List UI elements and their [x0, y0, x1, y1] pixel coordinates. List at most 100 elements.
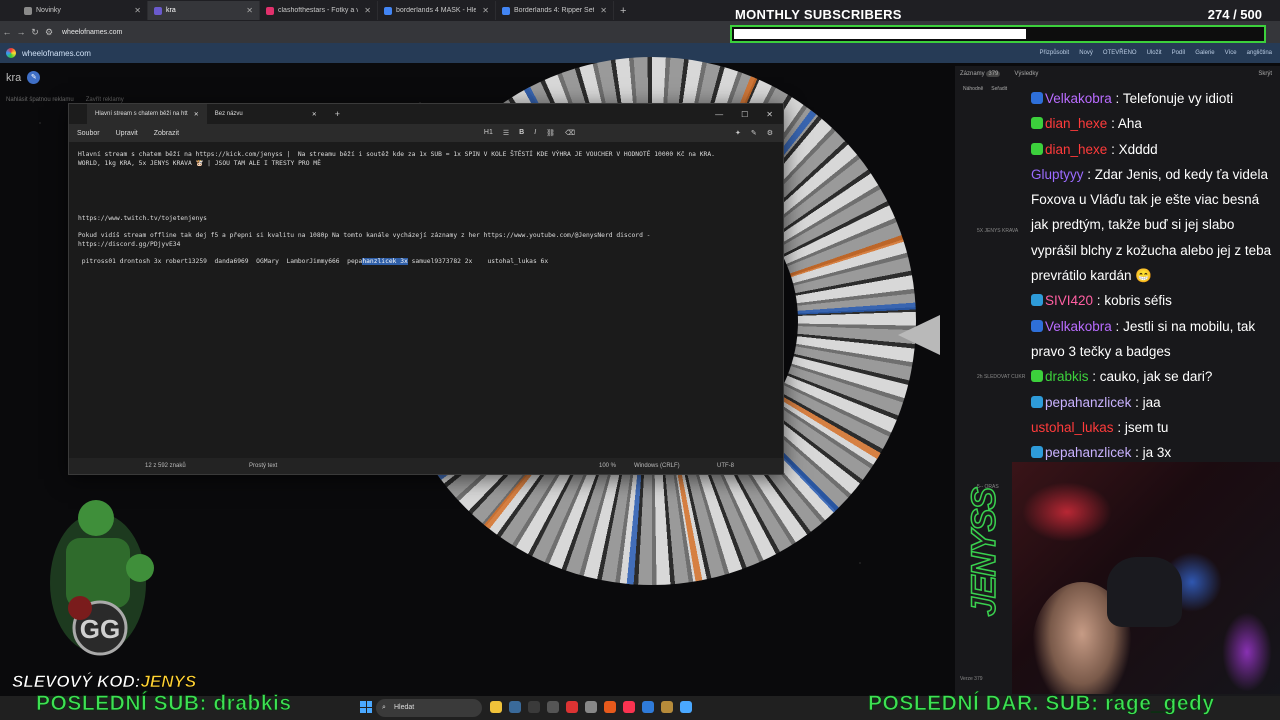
subscriber-goal: MONTHLY SUBSCRIBERS 274 / 500 — [730, 3, 1270, 45]
app-icon[interactable] — [642, 701, 654, 713]
chat-message: drabkis : cauko, jak se dari? — [1031, 364, 1277, 389]
version-label: Verze 379 — [960, 676, 983, 682]
status-encoding[interactable]: UTF-8 — [717, 463, 734, 469]
list-icon[interactable]: ☰ — [503, 129, 509, 137]
chat-username: dian_hexe — [1045, 141, 1108, 157]
tab-label: Borderlands 4: Ripper Set - Xbo — [514, 7, 594, 14]
close-tab-icon[interactable]: ✕ — [312, 111, 317, 118]
chat-badge-icon — [1031, 446, 1043, 459]
report-ad-link[interactable]: Nahlásit špatnou reklamu — [6, 97, 74, 103]
file-explorer-icon[interactable] — [490, 701, 502, 713]
app-icon[interactable] — [585, 701, 597, 713]
entry-item: 5X JENYS KRAVA — [977, 228, 1019, 234]
close-tab-icon[interactable]: ✕ — [600, 6, 607, 15]
close-window-icon[interactable]: ✕ — [766, 110, 773, 119]
menu-open[interactable]: OTEVŘENO — [1103, 50, 1137, 56]
bold-icon[interactable]: B — [519, 129, 524, 137]
notepad-tab-untitled[interactable]: Bez názvu ✕ — [207, 104, 325, 124]
minimize-icon[interactable]: — — [715, 110, 723, 119]
notepad-text-area[interactable]: Hlavní stream s chatem běží na https://k… — [69, 142, 783, 460]
close-tab-icon[interactable]: ✕ — [364, 6, 371, 15]
format-toolbar: H1 ☰ B I ⛓ ⌫ ✦ ✎ ⚙ — [484, 129, 783, 137]
close-tab-icon[interactable]: ✕ — [134, 6, 141, 15]
promo-code: SLEVOVÝ KOD:JENYS — [12, 672, 197, 692]
menu-view[interactable]: Zobrazit — [154, 130, 179, 137]
browser-tab-novinky[interactable]: Novinky ✕ — [18, 1, 148, 20]
new-tab-icon[interactable]: + — [325, 109, 350, 119]
names-line: pitross01 drontosh 3x robert13259 danda6… — [78, 257, 774, 266]
opera-icon[interactable] — [566, 701, 578, 713]
menu-edit[interactable]: Upravit — [116, 130, 138, 137]
app-icon[interactable] — [661, 701, 673, 713]
menu-language[interactable]: angličtina — [1247, 50, 1272, 56]
text-line: https://www.twitch.tv/tojetenjenys — [78, 215, 207, 222]
italic-icon[interactable]: I — [534, 129, 536, 137]
clear-format-icon[interactable]: ⌫ — [565, 129, 575, 137]
paint-icon[interactable]: ✎ — [751, 129, 757, 137]
new-tab-button[interactable]: + — [614, 5, 632, 17]
chat-badge-icon — [1031, 142, 1043, 155]
notepad-tab-main[interactable]: Hlavní stream s chatem běží na htt ✕ — [87, 104, 207, 124]
taskbar-search[interactable]: ⌕ Hledat — [376, 699, 482, 717]
app-icon[interactable] — [604, 701, 616, 713]
maximize-icon[interactable]: ☐ — [741, 110, 748, 119]
menu-new[interactable]: Nový — [1079, 50, 1093, 56]
heading-dropdown[interactable]: H1 — [484, 129, 493, 137]
status-line-ending[interactable]: Windows (CRLF) — [634, 463, 680, 469]
chat-text: Telefonuje vy idioti — [1122, 91, 1234, 106]
wheel-logo-icon — [6, 48, 16, 58]
site-info-icon[interactable]: ⚙ — [42, 27, 56, 38]
browser-tab-kra[interactable]: kra ✕ — [148, 1, 260, 20]
chat-text: Aha — [1117, 116, 1142, 132]
browser-tab-borderlands-mask[interactable]: borderlands 4 MASK - Hledat G ✕ — [378, 1, 496, 20]
close-tab-icon[interactable]: ✕ — [246, 6, 253, 15]
app-icon[interactable] — [528, 701, 540, 713]
blank-space — [78, 223, 774, 231]
menu-share[interactable]: Podíl — [1172, 50, 1186, 56]
promo-label: SLEVOVÝ KOD: — [12, 672, 141, 692]
menu-customize[interactable]: Přizpůsobit — [1040, 50, 1070, 56]
steam-icon[interactable] — [509, 701, 521, 713]
taskbar-apps — [490, 701, 692, 713]
chat-text: ja 3x — [1142, 445, 1172, 461]
tab-results[interactable]: Výsledky — [1014, 71, 1038, 77]
hide-panel-button[interactable]: Skrýt — [1258, 71, 1280, 77]
chat-text: Zdar Jenis, od kedy ťa videla Foxova u V… — [1031, 166, 1272, 284]
site-title[interactable]: wheelofnames.com — [22, 49, 91, 58]
browser-tab-clashofthestars[interactable]: clashofthestars - Fotky a videa ✕ — [260, 1, 378, 20]
menu-more[interactable]: Více — [1225, 50, 1237, 56]
music-icon[interactable] — [623, 701, 635, 713]
menu-gallery[interactable]: Galerie — [1195, 50, 1214, 56]
status-format: Prostý text — [249, 463, 278, 469]
jenyss-logo-text: JENYSS — [964, 487, 1004, 617]
close-tab-icon[interactable]: ✕ — [194, 111, 199, 118]
edit-pencil-icon[interactable]: ✎ — [27, 71, 41, 84]
settings-icon[interactable]: ⚙ — [767, 129, 773, 137]
browser-tab-borderlands-ripper[interactable]: Borderlands 4: Ripper Set - Xbo ✕ — [496, 1, 614, 20]
subs-count: 274 / 500 — [1208, 7, 1262, 22]
app-icon[interactable] — [680, 701, 692, 713]
obs-icon[interactable] — [547, 701, 559, 713]
tab-entries[interactable]: Záznamy 379 — [960, 71, 1001, 77]
sort-button[interactable]: Seřadit — [991, 86, 1007, 92]
chat-message: dian_hexe : Xdddd — [1031, 137, 1277, 162]
back-icon[interactable]: ← — [0, 27, 14, 37]
jenyss-logo: JENYSS — [964, 487, 1009, 658]
link-icon[interactable]: ⛓ — [546, 129, 555, 137]
menu-file[interactable]: Soubor — [77, 130, 100, 137]
start-icon[interactable] — [360, 701, 372, 713]
chat-message: Velkakobra : Telefonuje vy idioti — [1031, 86, 1277, 111]
shuffle-button[interactable]: Náhodně — [963, 86, 983, 92]
url-field[interactable]: wheelofnames.com — [62, 29, 122, 36]
chat-badge-icon — [1031, 395, 1043, 408]
copilot-icon[interactable]: ✦ — [735, 129, 741, 137]
menu-save[interactable]: Uložit — [1147, 50, 1162, 56]
chat-separator: : — [1083, 166, 1095, 182]
forward-icon[interactable]: → — [14, 27, 28, 37]
chat-username: dian_hexe — [1045, 116, 1108, 132]
chat-separator: : — [1088, 369, 1100, 385]
status-zoom[interactable]: 100 % — [599, 463, 616, 469]
notepad-tab-bar: Hlavní stream s chatem běží na htt ✕ Bez… — [69, 104, 783, 124]
reload-icon[interactable]: ↻ — [28, 27, 42, 38]
close-tab-icon[interactable]: ✕ — [482, 6, 489, 15]
